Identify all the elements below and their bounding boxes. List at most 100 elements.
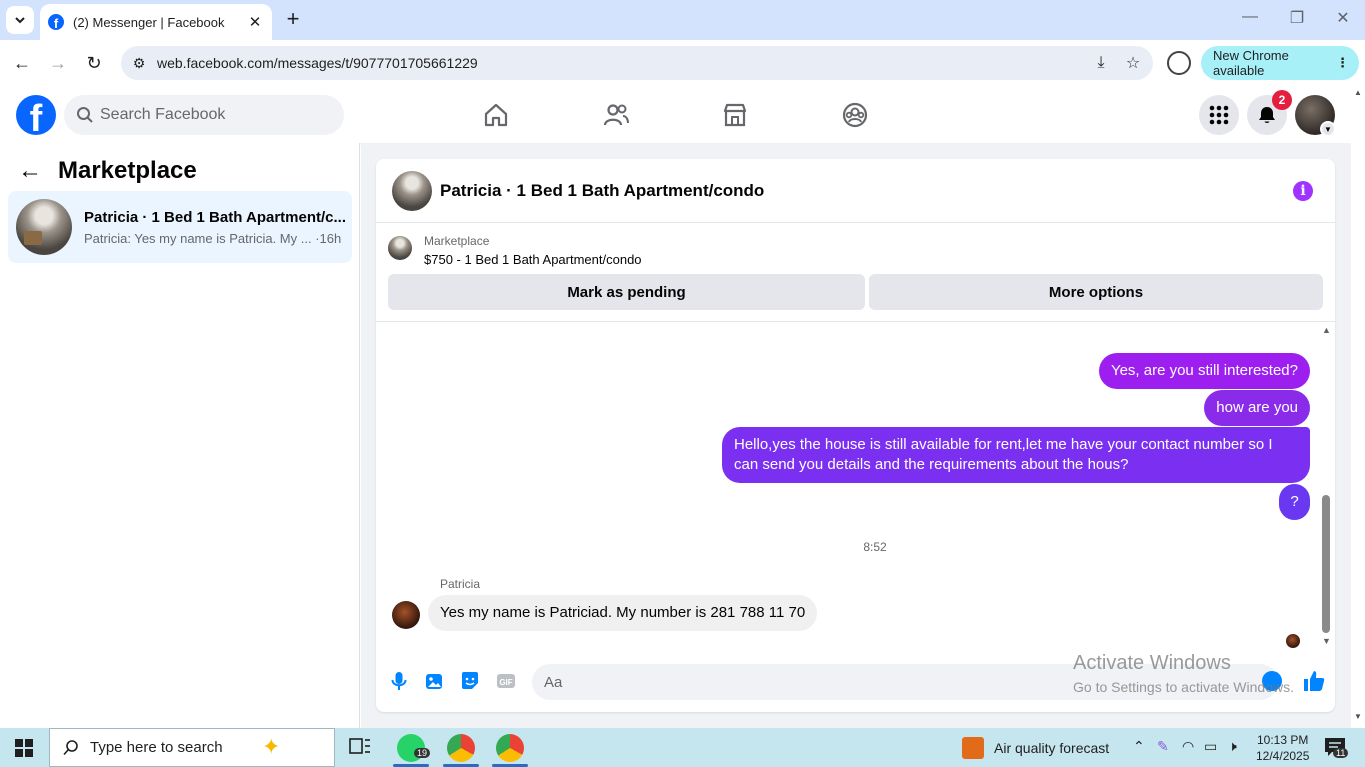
- sidebar-title: Marketplace: [58, 157, 197, 184]
- sender-avatar[interactable]: [392, 601, 420, 629]
- listing-label: Marketplace: [424, 234, 490, 248]
- scroll-up-icon[interactable]: ▲: [1354, 88, 1362, 97]
- air-quality-icon: [962, 736, 984, 759]
- mark-pending-button[interactable]: Mark as pending: [388, 274, 865, 310]
- outgoing-message[interactable]: how are you: [1204, 390, 1310, 426]
- copilot-sparkle-icon[interactable]: ✦: [262, 734, 280, 760]
- home-icon[interactable]: [482, 101, 510, 129]
- wifi-icon[interactable]: ◠: [1182, 738, 1194, 755]
- message-timestamp: 8:52: [863, 540, 887, 554]
- microphone-icon[interactable]: [388, 670, 410, 692]
- scrollbar-thumb[interactable]: [1322, 495, 1330, 633]
- whatsapp-badge: 19: [414, 748, 431, 758]
- chrome-menu-icon[interactable]: ⋮: [1336, 55, 1349, 71]
- info-icon[interactable]: i: [1293, 181, 1313, 201]
- url-text[interactable]: web.facebook.com/messages/t/907770170566…: [157, 55, 1089, 71]
- pen-icon[interactable]: ✎: [1157, 738, 1169, 755]
- friends-icon[interactable]: [602, 101, 630, 129]
- conversation-name: Patricia · 1 Bed 1 Bath Apartment/c...: [84, 208, 346, 226]
- sidebar-header: ← Marketplace: [18, 157, 197, 185]
- chrome-update-button[interactable]: New Chrome available ⋮: [1201, 46, 1359, 80]
- windows-start-button[interactable]: [0, 728, 48, 767]
- groups-icon[interactable]: [841, 101, 869, 129]
- chrome-icon[interactable]: [447, 734, 475, 762]
- tab-title: (2) Messenger | Facebook: [73, 14, 225, 30]
- chevron-up-icon[interactable]: ⌃: [1133, 738, 1145, 755]
- clock-time: 10:13 PM: [1257, 733, 1309, 747]
- weather-text: Air quality forecast: [994, 739, 1110, 756]
- chevron-down-icon[interactable]: ▼: [1320, 121, 1336, 137]
- clock-date: 12/4/2025: [1256, 749, 1310, 763]
- emoji-icon[interactable]: [1262, 671, 1282, 691]
- address-bar[interactable]: ⚙ web.facebook.com/messages/t/9077701705…: [121, 46, 1153, 80]
- browser-tab-strip: f (2) Messenger | Facebook ✕ + — ❐ ✕: [0, 0, 1365, 40]
- conversation-item[interactable]: Patricia · 1 Bed 1 Bath Apartment/c... P…: [8, 191, 352, 263]
- listing-banner: Marketplace $750 - 1 Bed 1 Bath Apartmen…: [376, 224, 1335, 322]
- sender-name: Patricia: [440, 577, 481, 591]
- photo-attach-icon[interactable]: [423, 670, 445, 692]
- minimize-window-icon[interactable]: —: [1238, 8, 1262, 26]
- chrome-profile-app-icon[interactable]: [496, 734, 524, 762]
- browser-toolbar: ← → ↻ ⚙ web.facebook.com/messages/t/9077…: [0, 40, 1365, 86]
- svg-text:GIF: GIF: [499, 678, 512, 687]
- facebook-search-box[interactable]: [64, 95, 344, 135]
- back-arrow-icon[interactable]: ←: [18, 157, 42, 185]
- chat-avatar[interactable]: [392, 170, 432, 211]
- tab-search-button[interactable]: [6, 6, 34, 34]
- facebook-search-input[interactable]: [100, 106, 320, 124]
- reload-icon[interactable]: ↻: [82, 51, 106, 75]
- chat-window: Patricia · 1 Bed 1 Bath Apartment/condo …: [376, 159, 1335, 712]
- task-view-icon[interactable]: [349, 737, 371, 757]
- incoming-message[interactable]: Yes my name is Patriciad. My number is 2…: [428, 595, 818, 631]
- outgoing-message[interactable]: Yes, are you still interested?: [1098, 353, 1310, 389]
- listing-thumbnail[interactable]: [388, 236, 412, 260]
- outgoing-message[interactable]: ?: [1279, 484, 1310, 520]
- close-window-icon[interactable]: ✕: [1331, 8, 1355, 28]
- thumbs-up-icon[interactable]: [1301, 668, 1327, 694]
- browser-tab-active[interactable]: f (2) Messenger | Facebook ✕: [40, 4, 272, 40]
- notification-count-badge: 2: [1272, 90, 1292, 110]
- search-icon: [77, 107, 93, 123]
- bookmark-star-icon[interactable]: ☆: [1121, 53, 1145, 73]
- tab-close-icon[interactable]: ✕: [246, 13, 264, 31]
- battery-icon[interactable]: ▭: [1204, 738, 1217, 755]
- facebook-top-nav: f: [0, 86, 1351, 143]
- windows-taskbar: Type here to search ✦ 19 Air quality for…: [0, 728, 1365, 767]
- taskbar-clock[interactable]: 10:13 PM 12/4/2025: [1256, 732, 1309, 764]
- taskbar-search-text: Type here to search: [90, 739, 223, 756]
- conversation-text: Patricia · 1 Bed 1 Bath Apartment/c... P…: [84, 209, 346, 246]
- more-options-button[interactable]: More options: [869, 274, 1323, 310]
- facebook-logo-icon[interactable]: f: [16, 95, 56, 135]
- chat-title[interactable]: Patricia · 1 Bed 1 Bath Apartment/condo: [440, 181, 764, 201]
- marketplace-icon[interactable]: [721, 101, 749, 129]
- volume-muted-icon[interactable]: 🕨: [1228, 738, 1237, 755]
- bell-icon: [1259, 107, 1275, 123]
- site-info-icon[interactable]: ⚙: [129, 55, 149, 72]
- outgoing-message[interactable]: Hello,yes the house is still available f…: [722, 427, 1310, 483]
- scroll-down-icon[interactable]: ▼: [1354, 712, 1362, 721]
- taskbar-search-box[interactable]: Type here to search: [49, 728, 335, 767]
- listing-price-title[interactable]: $750 - 1 Bed 1 Bath Apartment/condo: [424, 252, 642, 267]
- search-icon: [63, 739, 78, 755]
- gif-icon[interactable]: GIF: [495, 670, 517, 692]
- grid-menu-icon: [1209, 105, 1229, 125]
- message-thread: Yes, are you still interested? how are y…: [376, 323, 1335, 648]
- sticker-icon[interactable]: [459, 670, 481, 692]
- seen-receipt-avatar: [1286, 634, 1300, 648]
- update-label: New Chrome available: [1213, 48, 1289, 78]
- menu-grid-button[interactable]: [1199, 95, 1239, 135]
- chat-scrollbar[interactable]: ▲ ▼: [1320, 325, 1332, 647]
- scroll-up-icon[interactable]: ▲: [1322, 325, 1331, 335]
- page-scrollbar[interactable]: ▲ ▼: [1351, 86, 1365, 728]
- scroll-down-icon[interactable]: ▼: [1322, 636, 1331, 646]
- chevron-down-icon: [15, 17, 25, 24]
- listing-avatar: [16, 199, 72, 255]
- forward-arrow-icon[interactable]: →: [46, 51, 70, 75]
- message-input[interactable]: [532, 664, 1278, 700]
- chrome-profile-icon[interactable]: [1167, 51, 1191, 75]
- new-tab-button[interactable]: +: [282, 8, 304, 30]
- back-arrow-icon[interactable]: ←: [10, 51, 34, 75]
- install-app-icon[interactable]: ⤓: [1089, 54, 1113, 72]
- restore-window-icon[interactable]: ❐: [1285, 8, 1309, 28]
- weather-widget[interactable]: Air quality forecast: [962, 728, 1109, 767]
